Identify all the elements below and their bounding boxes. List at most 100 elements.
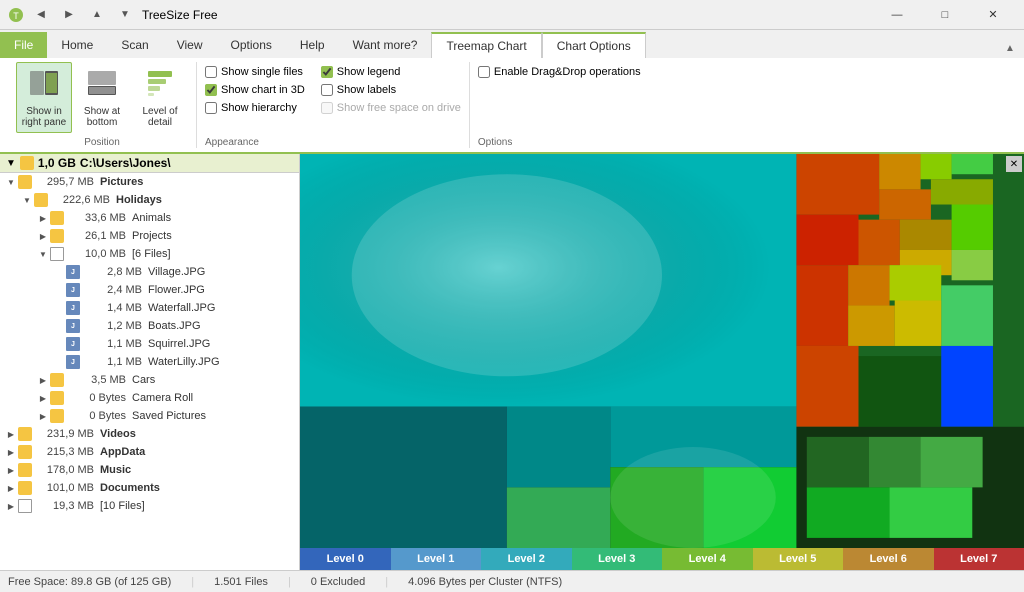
tree-row[interactable]: ▶ 231,9 MB Videos <box>0 425 299 443</box>
file-icon: J <box>66 319 80 333</box>
file-icon: J <box>66 337 80 351</box>
tab-home[interactable]: Home <box>47 32 107 58</box>
tree-header-size: 1,0 GB <box>38 156 76 170</box>
tree-row[interactable]: ▼ 222,6 MB Holidays <box>0 191 299 209</box>
enable-drag-drop-check[interactable]: Enable Drag&Drop operations <box>478 66 641 78</box>
forward-button[interactable]: ▶ <box>58 4 80 26</box>
tree-row[interactable]: ▶ 101,0 MB Documents <box>0 479 299 497</box>
show-legend-check[interactable]: Show legend <box>321 66 461 78</box>
tree-row[interactable]: ▼ 295,7 MB Pictures <box>0 173 299 191</box>
chart-close-button[interactable]: ✕ <box>1006 156 1022 172</box>
tree-header-icon <box>20 156 34 170</box>
expander-icon[interactable]: ▶ <box>36 373 50 387</box>
close-button[interactable]: ✕ <box>970 0 1016 30</box>
cluster-info: 4.096 Bytes per Cluster (NTFS) <box>408 576 562 588</box>
tree-row[interactable]: ▶ 0 Bytes Camera Roll <box>0 389 299 407</box>
tree-panel: ▼ 1,0 GB C:\Users\Jones\ ▼ 295,7 MB Pict… <box>0 154 300 570</box>
show-legend-input[interactable] <box>321 66 333 78</box>
show-right-pane-button[interactable]: Show inright pane <box>16 62 72 133</box>
maximize-button[interactable]: □ <box>922 0 968 30</box>
legend-item[interactable]: Level 2 <box>481 548 572 570</box>
show-labels-check[interactable]: Show labels <box>321 84 461 96</box>
item-size: 1,2 MB <box>82 320 142 332</box>
tree-row[interactable]: ▶ 0 Bytes Saved Pictures <box>0 407 299 425</box>
show-hierarchy-check[interactable]: Show hierarchy <box>205 102 305 114</box>
tree-row[interactable]: ▼ 10,0 MB [6 Files] <box>0 245 299 263</box>
item-size: 33,6 MB <box>66 212 126 224</box>
expander-icon[interactable]: ▼ <box>20 193 34 207</box>
chart-area[interactable]: ✕ <box>300 154 1024 570</box>
tree-row[interactable]: J 1,2 MB Boats.JPG <box>0 317 299 335</box>
file-icon: J <box>66 283 80 297</box>
item-name: Camera Roll <box>132 392 193 404</box>
legend-item[interactable]: Level 0 <box>300 548 391 570</box>
tab-chartopts[interactable]: Chart Options <box>542 32 646 58</box>
expander-icon[interactable]: ▶ <box>4 499 18 513</box>
tree-row[interactable]: J 2,8 MB Village.JPG <box>0 263 299 281</box>
ribbon-collapse-button[interactable]: ▲ <box>1000 38 1020 58</box>
item-size: 26,1 MB <box>66 230 126 242</box>
show-single-files-input[interactable] <box>205 66 217 78</box>
expander-icon[interactable]: ▶ <box>36 211 50 225</box>
legend-bar: Level 0Level 1Level 2Level 3Level 4Level… <box>300 548 1024 570</box>
tree-row[interactable]: ▶ 19,3 MB [10 Files] <box>0 497 299 515</box>
tree-row[interactable]: ▶ 3,5 MB Cars <box>0 371 299 389</box>
tree-row[interactable]: J 1,4 MB Waterfall.JPG <box>0 299 299 317</box>
expander-icon[interactable]: ▶ <box>36 409 50 423</box>
svg-text:T: T <box>13 11 19 21</box>
tab-view[interactable]: View <box>163 32 217 58</box>
minimize-button[interactable]: — <box>874 0 920 30</box>
tab-scan[interactable]: Scan <box>107 32 162 58</box>
tree-row[interactable]: J 2,4 MB Flower.JPG <box>0 281 299 299</box>
legend-item[interactable]: Level 7 <box>934 548 1024 570</box>
level-detail-label: Level ofdetail <box>142 106 177 128</box>
tree-row[interactable]: ▶ 26,1 MB Projects <box>0 227 299 245</box>
tab-file[interactable]: File <box>0 32 47 58</box>
back-button[interactable]: ◀ <box>30 4 52 26</box>
show-labels-label: Show labels <box>337 84 396 96</box>
expander-icon[interactable]: ▶ <box>4 463 18 477</box>
show-right-pane-icon <box>28 67 60 104</box>
tree-row[interactable]: J 1,1 MB Squirrel.JPG <box>0 335 299 353</box>
expander-icon[interactable]: ▶ <box>4 481 18 495</box>
tree-row[interactable]: ▶ 215,3 MB AppData <box>0 443 299 461</box>
show-chart-3d-input[interactable] <box>205 84 217 96</box>
legend-item[interactable]: Level 3 <box>572 548 663 570</box>
legend-item[interactable]: Level 1 <box>391 548 482 570</box>
show-single-files-check[interactable]: Show single files <box>205 66 305 78</box>
file-count: 1.501 Files <box>214 576 268 588</box>
tree-expander-root[interactable]: ▼ <box>6 158 16 169</box>
tab-help[interactable]: Help <box>286 32 339 58</box>
show-labels-input[interactable] <box>321 84 333 96</box>
expander-icon[interactable]: ▶ <box>4 445 18 459</box>
tree-row[interactable]: J 1,1 MB WaterLilly.JPG <box>0 353 299 371</box>
legend-item[interactable]: Level 4 <box>662 548 753 570</box>
up-button[interactable]: ▲ <box>86 4 108 26</box>
ribbon: Show inright pane Show atbottom <box>0 58 1024 154</box>
tree-body[interactable]: ▼ 295,7 MB Pictures ▼ 222,6 MB Holidays … <box>0 173 299 570</box>
title-bar: T ◀ ▶ ▲ ▼ TreeSize Free — □ ✕ <box>0 0 1024 30</box>
expander-icon[interactable]: ▼ <box>36 247 50 261</box>
item-size: 178,0 MB <box>34 464 94 476</box>
item-name: Waterfall.JPG <box>148 302 215 314</box>
legend-item[interactable]: Level 6 <box>843 548 934 570</box>
expander-icon[interactable]: ▶ <box>36 391 50 405</box>
tab-treemap[interactable]: Treemap Chart <box>431 32 541 58</box>
legend-item[interactable]: Level 5 <box>753 548 844 570</box>
tab-options[interactable]: Options <box>217 32 286 58</box>
file-icon: J <box>66 355 80 369</box>
level-of-detail-button[interactable]: Level ofdetail <box>132 62 188 133</box>
expander-icon[interactable]: ▶ <box>4 427 18 441</box>
show-hierarchy-input[interactable] <box>205 102 217 114</box>
tab-wantmore[interactable]: Want more? <box>339 32 432 58</box>
excluded-count: 0 Excluded <box>311 576 365 588</box>
menu-button[interactable]: ▼ <box>114 4 136 26</box>
tree-row[interactable]: ▶ 33,6 MB Animals <box>0 209 299 227</box>
show-bottom-button[interactable]: Show atbottom <box>74 62 130 133</box>
show-free-space-check[interactable]: Show free space on drive <box>321 102 461 114</box>
tree-row[interactable]: ▶ 178,0 MB Music <box>0 461 299 479</box>
enable-drag-drop-input[interactable] <box>478 66 490 78</box>
show-chart-3d-check[interactable]: Show chart in 3D <box>205 84 305 96</box>
expander-icon[interactable]: ▼ <box>4 175 18 189</box>
expander-icon[interactable]: ▶ <box>36 229 50 243</box>
